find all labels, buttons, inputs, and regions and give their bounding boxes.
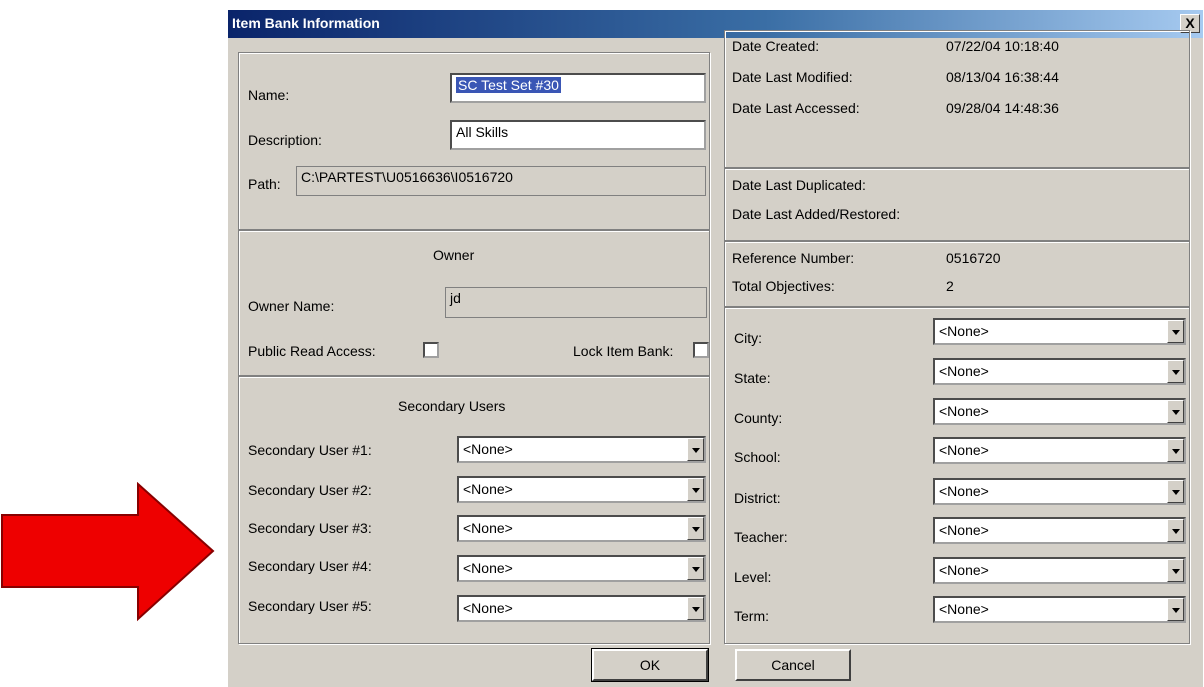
- chevron-down-icon[interactable]: [1167, 400, 1184, 423]
- field-select-teacher[interactable]: <None>: [933, 517, 1186, 544]
- field-select-value: <None>: [939, 323, 989, 339]
- owner-name-label: Owner Name:: [248, 298, 335, 314]
- field-label-teacher: Teacher:: [734, 529, 788, 545]
- field-select-city[interactable]: <None>: [933, 318, 1186, 345]
- name-input[interactable]: SC Test Set #30: [450, 73, 706, 103]
- lock-item-bank-checkbox[interactable]: [693, 342, 709, 358]
- secondary-user-2-select[interactable]: <None>: [457, 476, 706, 503]
- chevron-down-icon[interactable]: [1167, 439, 1184, 462]
- field-select-level[interactable]: <None>: [933, 557, 1186, 584]
- item-bank-dialog: Item Bank Information X Name: SC Test Se…: [228, 10, 1203, 687]
- chevron-down-icon[interactable]: [1167, 598, 1184, 621]
- field-label-school: School:: [734, 449, 781, 465]
- chevron-down-icon[interactable]: [687, 597, 704, 620]
- window-title: Item Bank Information: [232, 15, 380, 31]
- field-select-county[interactable]: <None>: [933, 398, 1186, 425]
- chevron-down-icon[interactable]: [1167, 559, 1184, 582]
- owner-name-field: jd: [445, 287, 707, 318]
- lock-item-bank-label: Lock Item Bank:: [573, 343, 674, 359]
- owner-heading: Owner: [433, 247, 475, 263]
- secondary-users-heading: Secondary Users: [398, 398, 506, 414]
- chevron-down-icon[interactable]: [687, 557, 704, 580]
- field-label-city: City:: [734, 330, 762, 346]
- secondary-user-1-select[interactable]: <None>: [457, 436, 706, 463]
- field-select-district[interactable]: <None>: [933, 478, 1186, 505]
- secondary-user-5-select[interactable]: <None>: [457, 595, 706, 622]
- field-select-term[interactable]: <None>: [933, 596, 1186, 623]
- field-label-state: State:: [734, 370, 771, 386]
- secondary-user-1-label: Secondary User #1:: [248, 442, 372, 458]
- cancel-button[interactable]: Cancel: [735, 649, 851, 681]
- field-select-value: <None>: [939, 363, 989, 379]
- secondary-user-3-select[interactable]: <None>: [457, 515, 706, 542]
- chevron-down-icon[interactable]: [1167, 480, 1184, 503]
- date-created-label: Date Created:: [732, 38, 820, 54]
- date-added-restored-label: Date Last Added/Restored:: [732, 206, 901, 222]
- secondary-user-4-select[interactable]: <None>: [457, 555, 706, 582]
- chevron-down-icon[interactable]: [687, 438, 704, 461]
- close-icon: X: [1185, 15, 1195, 31]
- date-accessed-label: Date Last Accessed:: [732, 100, 860, 116]
- secondary-user-5-label: Secondary User #5:: [248, 598, 372, 614]
- field-select-value: <None>: [939, 562, 989, 578]
- field-label-term: Term:: [734, 608, 769, 624]
- reference-number-label: Reference Number:: [732, 250, 855, 266]
- field-select-value: <None>: [939, 522, 989, 538]
- chevron-down-icon[interactable]: [1167, 360, 1184, 383]
- field-select-value: <None>: [939, 442, 989, 458]
- description-input[interactable]: All Skills: [450, 120, 706, 150]
- date-created-value: 07/22/04 10:18:40: [946, 38, 1059, 54]
- path-label: Path:: [248, 176, 281, 192]
- field-select-school[interactable]: <None>: [933, 437, 1186, 464]
- date-modified-label: Date Last Modified:: [732, 69, 853, 85]
- date-accessed-value: 09/28/04 14:48:36: [946, 100, 1059, 116]
- secondary-user-3-label: Secondary User #3:: [248, 520, 372, 536]
- secondary-user-4-label: Secondary User #4:: [248, 558, 372, 574]
- field-label-district: District:: [734, 490, 781, 506]
- field-select-value: <None>: [939, 601, 989, 617]
- field-select-state[interactable]: <None>: [933, 358, 1186, 385]
- public-read-checkbox[interactable]: [423, 342, 439, 358]
- reference-number-value: 0516720: [946, 250, 1001, 266]
- chevron-down-icon[interactable]: [1167, 519, 1184, 542]
- chevron-down-icon[interactable]: [1167, 320, 1184, 343]
- public-read-label: Public Read Access:: [248, 343, 376, 359]
- description-label: Description:: [248, 132, 322, 148]
- field-label-county: County:: [734, 410, 783, 426]
- field-select-value: <None>: [939, 483, 989, 499]
- field-select-value: <None>: [939, 403, 989, 419]
- name-label: Name:: [248, 87, 290, 103]
- chevron-down-icon[interactable]: [687, 478, 704, 501]
- total-objectives-label: Total Objectives:: [732, 278, 835, 294]
- date-duplicated-label: Date Last Duplicated:: [732, 177, 866, 193]
- date-modified-value: 08/13/04 16:38:44: [946, 69, 1059, 85]
- red-arrow-icon: [1, 482, 215, 622]
- secondary-user-2-label: Secondary User #2:: [248, 482, 372, 498]
- field-label-level: Level:: [734, 569, 772, 585]
- ok-button[interactable]: OK: [591, 648, 709, 682]
- chevron-down-icon[interactable]: [687, 517, 704, 540]
- total-objectives-value: 2: [946, 278, 954, 294]
- path-field: C:\PARTEST\U0516636\I0516720: [296, 166, 706, 196]
